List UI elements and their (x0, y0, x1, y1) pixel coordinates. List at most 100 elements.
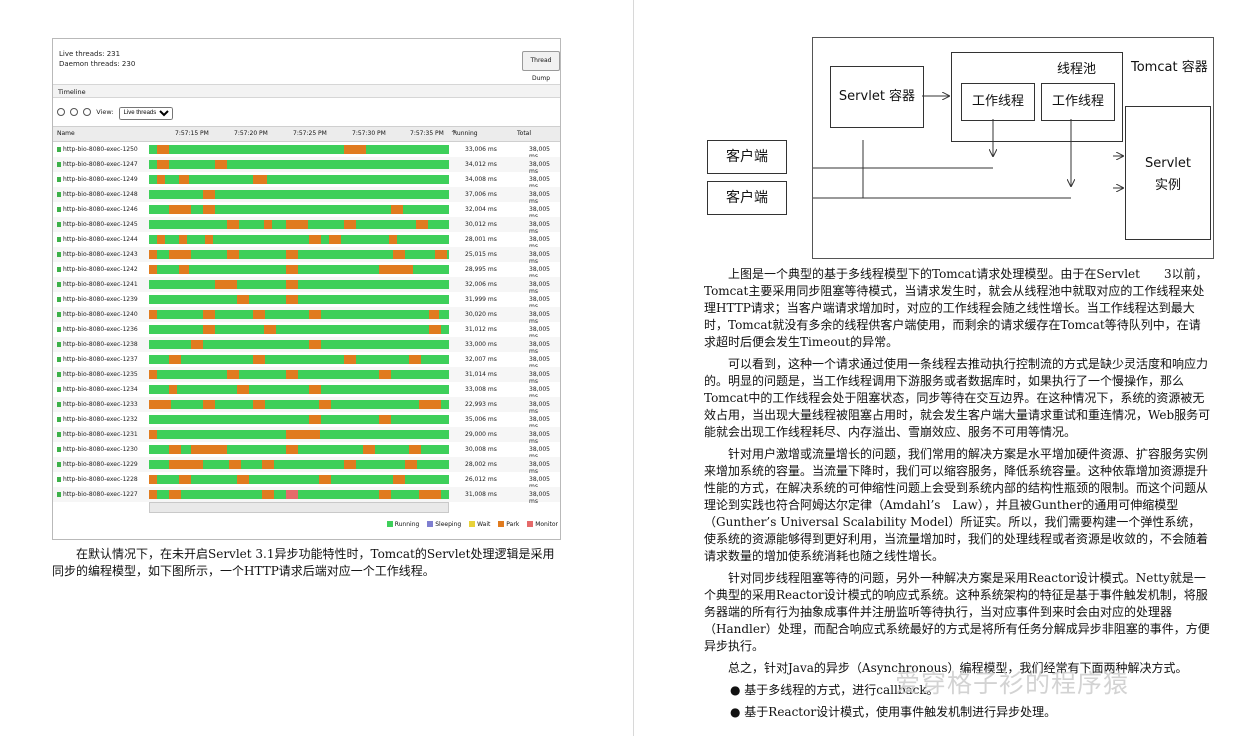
park-segment (237, 385, 249, 394)
thread-dump-button[interactable]: Thread Dump (522, 51, 560, 82)
thread-name: http-bio-8080-exec-1231 (57, 431, 138, 438)
timeline-header: Timeline (53, 84, 560, 98)
running-column-header[interactable]: Running (453, 130, 478, 137)
thread-state-icon (57, 237, 61, 242)
park-segment (264, 325, 276, 334)
zoom-out-icon[interactable] (70, 108, 79, 116)
park-segment (286, 220, 308, 229)
running-time: 32,006 ms (465, 281, 497, 288)
view-label: View: (96, 108, 114, 116)
total-column-header[interactable]: Total (517, 130, 531, 137)
thread-timeline-bar (149, 340, 449, 349)
running-segment (149, 160, 449, 169)
park-segment (227, 370, 239, 379)
thread-timeline-bar (149, 355, 449, 364)
thread-name-text: http-bio-8080-exec-1231 (63, 431, 138, 438)
thread-row[interactable]: http-bio-8080-exec-1227 31,008 ms 38,005 m… (53, 487, 560, 505)
legend-park: Park (498, 521, 519, 528)
client-box: 客户端 (707, 140, 787, 174)
thread-name: http-bio-8080-exec-1236 (57, 326, 138, 333)
park-segment (286, 295, 298, 304)
thread-state-icon (57, 492, 61, 497)
zoom-fit-icon[interactable] (83, 108, 92, 116)
park-segment (391, 205, 403, 214)
thread-timeline-bar (149, 475, 449, 484)
thread-row[interactable]: http-bio-8080-exec-124428,001 ms38,005 m… (53, 232, 560, 250)
park-segment (405, 460, 417, 469)
thread-row[interactable]: http-bio-8080-exec-125033,006 ms38,005 m… (53, 142, 560, 160)
state-legend: Running Sleeping Wait Park Monitor (381, 521, 558, 528)
left-caption: 在默认情况下，在未开启Servlet 3.1异步功能特性时，Tomcat的Ser… (52, 547, 555, 578)
park-segment (157, 160, 169, 169)
thread-state-icon (57, 342, 61, 347)
thread-row[interactable]: http-bio-8080-exec-123433,008 ms38,005 m… (53, 382, 560, 400)
park-segment (319, 475, 331, 484)
thread-row[interactable]: http-bio-8080-exec-1240 30,020 ms 38,005 m… (53, 307, 560, 325)
thread-timeline-bar (149, 205, 449, 214)
daemon-threads-label: Daemon threads: 230 (59, 60, 136, 68)
thread-timeline-bar (149, 415, 449, 424)
thread-row[interactable]: http-bio-8080-exec-124632,004 ms38,005 m… (53, 202, 560, 220)
park-segment (419, 400, 441, 409)
horizontal-scrollbar[interactable] (149, 502, 449, 513)
thread-state-icon (57, 192, 61, 197)
name-column-header[interactable]: Name (57, 130, 75, 137)
thread-row[interactable]: http-bio-8080-exec-1235 31,014 ms 38,005 m… (53, 367, 560, 385)
thread-row[interactable]: http-bio-8080-exec-1247 34,012 ms 38,005 m… (53, 157, 560, 175)
thread-timeline-bar (149, 490, 449, 499)
running-time: 32,004 ms (465, 206, 497, 213)
thread-name: http-bio-8080-exec-1230 (57, 446, 138, 453)
park-segment (191, 340, 203, 349)
park-segment (363, 445, 375, 454)
running-time: 34,012 ms (465, 161, 497, 168)
thread-row[interactable]: http-bio-8080-exec-123931,999 ms38,005 m… (53, 292, 560, 310)
right-body-text: 上图是一个典型的基于多线程模型下的Tomcat请求处理模型。由于在Servlet… (704, 266, 1212, 726)
running-time: 26,012 ms (465, 476, 497, 483)
thread-row[interactable]: http-bio-8080-exec-122826,012 ms38,005 m… (53, 472, 560, 490)
tomcat-diagram: Tomcat 容器 线程池 工作线程 工作线程 Servlet 容器 Servl… (812, 37, 1214, 259)
running-time: 37,006 ms (465, 191, 497, 198)
park-segment (149, 490, 157, 499)
thread-row[interactable]: http-bio-8080-exec-123732,007 ms38,005 m… (53, 352, 560, 370)
thread-row[interactable]: http-bio-8080-exec-1238 33,000 ms 38,005 m… (53, 337, 560, 355)
paragraph: 针对同步线程阻塞等待的问题，另外一种解决方案是采用Reactor设计模式。Net… (704, 571, 1210, 653)
thread-row[interactable]: http-bio-8080-exec-123631,012 ms38,005 m… (53, 322, 560, 340)
park-segment (309, 340, 321, 349)
thread-name: http-bio-8080-exec-1233 (57, 401, 138, 408)
running-time: 31,014 ms (465, 371, 497, 378)
park-segment (149, 430, 157, 439)
thread-row[interactable]: http-bio-8080-exec-124228,995 ms38,005 m… (53, 262, 560, 280)
bullet-item: ● 基于Reactor设计模式，使用事件触发机制进行异步处理。 (730, 705, 1057, 719)
running-segment (149, 355, 449, 364)
running-time: 33,000 ms (465, 341, 497, 348)
thread-row[interactable]: http-bio-8080-exec-1248 37,006 ms 38,005 m… (53, 187, 560, 205)
thread-state-icon (57, 177, 61, 182)
park-segment (169, 355, 181, 364)
thread-row[interactable]: http-bio-8080-exec-123030,008 ms38,005 m… (53, 442, 560, 460)
thread-row[interactable]: http-bio-8080-exec-1245 30,012 ms 38,005 m… (53, 217, 560, 235)
park-segment (203, 205, 215, 214)
thread-name: http-bio-8080-exec-1244 (57, 236, 138, 243)
park-segment (379, 490, 391, 499)
thread-row[interactable]: http-bio-8080-exec-124934,008 ms38,005 m… (53, 172, 560, 190)
view-select[interactable]: Live threads (118, 106, 173, 120)
thread-row[interactable]: http-bio-8080-exec-1233 22,993 ms 38,005 m… (53, 397, 560, 415)
thread-row[interactable]: http-bio-8080-exec-1241 32,006 ms 38,005 m… (53, 277, 560, 295)
thread-state-icon (57, 447, 61, 452)
running-segment (149, 400, 449, 409)
thread-row[interactable]: http-bio-8080-exec-1231 29,000 ms 38,005 m… (53, 427, 560, 445)
thread-timeline-bar (149, 325, 449, 334)
thread-name: http-bio-8080-exec-1227 (57, 491, 138, 498)
thread-row[interactable]: http-bio-8080-exec-1229 28,002 ms 38,005 m… (53, 457, 560, 475)
running-time: 31,008 ms (465, 491, 497, 498)
zoom-in-icon[interactable] (57, 108, 65, 116)
thread-row[interactable]: http-bio-8080-exec-123235,006 ms38,005 m… (53, 412, 560, 430)
park-segment (149, 265, 157, 274)
park-segment (253, 355, 265, 364)
running-segment (149, 310, 449, 319)
park-segment (169, 445, 181, 454)
park-segment (379, 265, 413, 274)
thread-state-icon (57, 372, 61, 377)
thread-row[interactable]: http-bio-8080-exec-1243 25,015 ms 38,005 m… (53, 247, 560, 265)
thread-timeline-bar (149, 220, 449, 229)
